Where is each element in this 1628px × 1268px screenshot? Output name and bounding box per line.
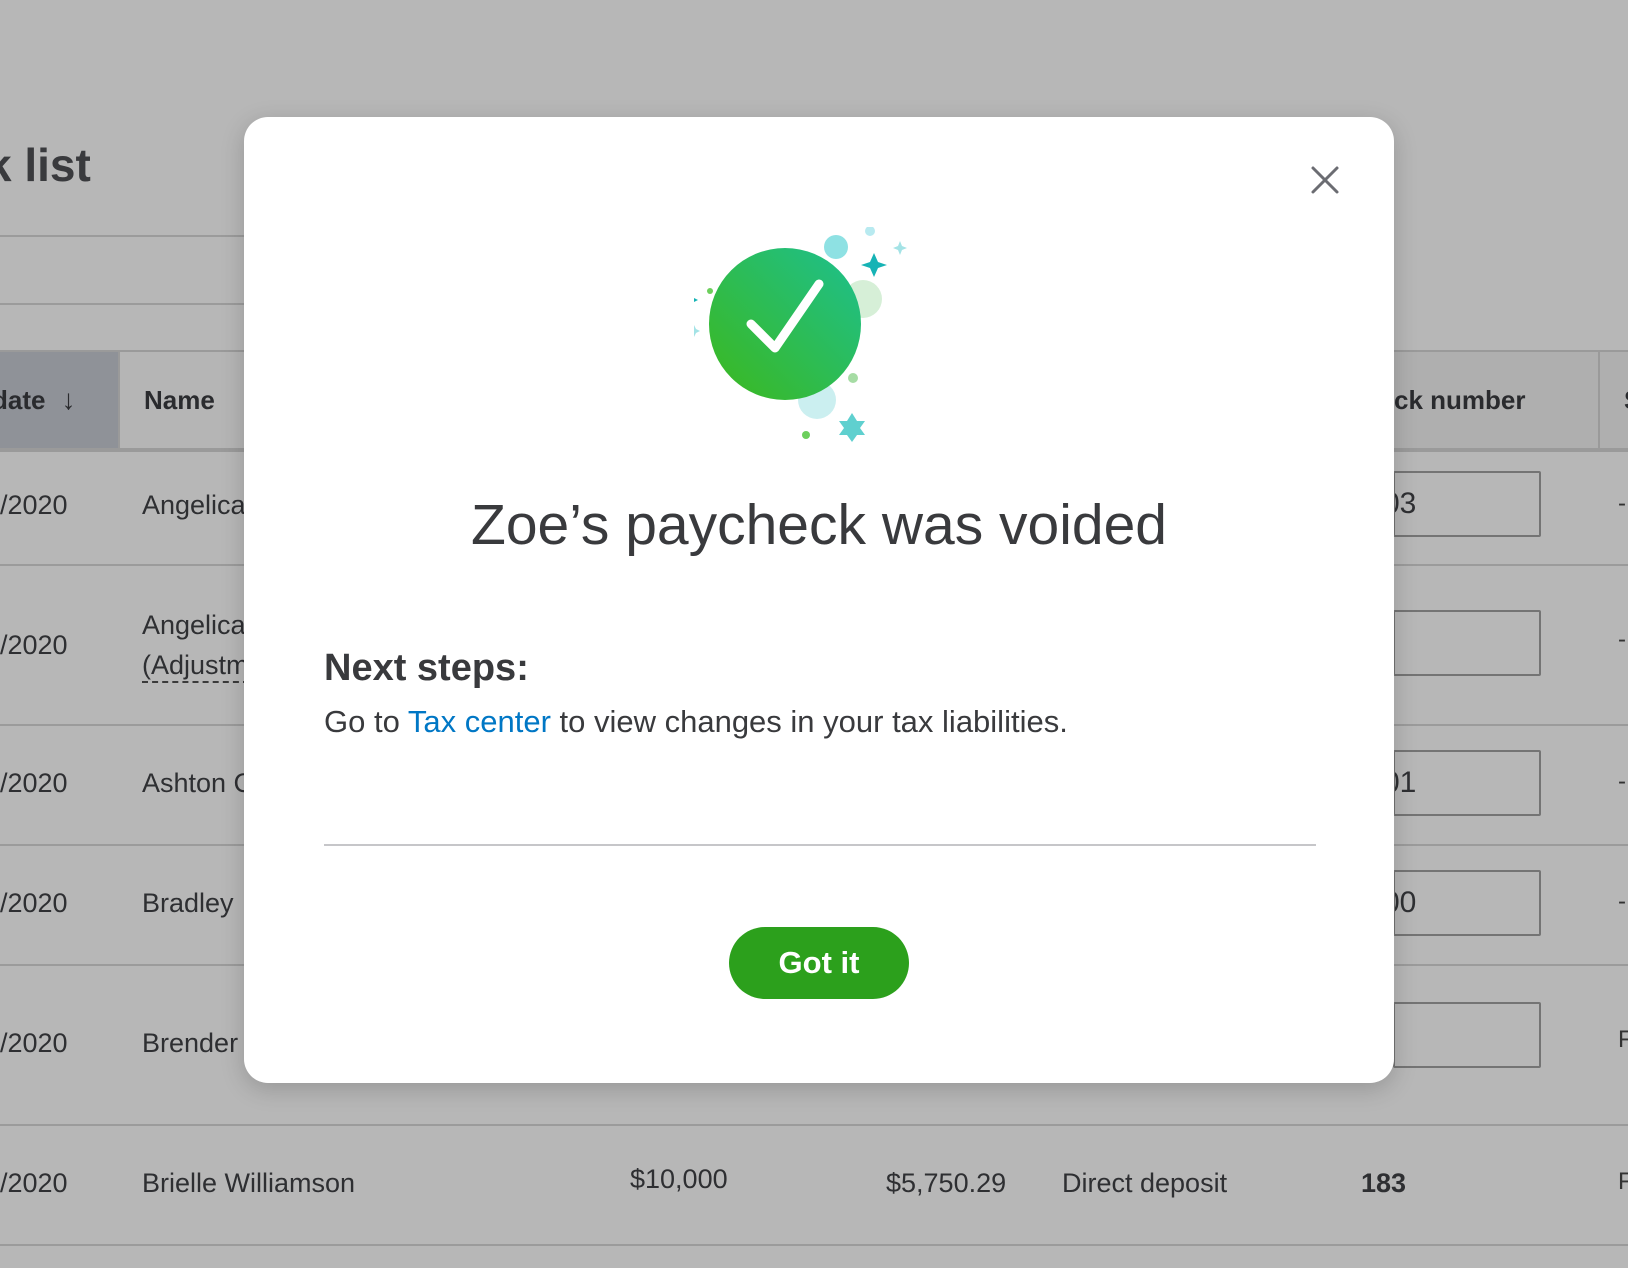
check-number-input[interactable]: 00: [1393, 870, 1541, 936]
date-cell: /2020: [0, 630, 68, 660]
status-cell: -: [1618, 626, 1626, 653]
name-cell[interactable]: Ashton C: [142, 768, 253, 799]
check-number-input[interactable]: [1393, 610, 1541, 676]
next-steps-prefix: Go to: [324, 704, 408, 739]
next-steps-text: Go to Tax center to view changes in your…: [324, 704, 1068, 740]
void-confirmation-dialog: Zoe’s paycheck was voided Next steps: Go…: [244, 117, 1394, 1083]
check-number-input[interactable]: [1393, 1002, 1541, 1068]
name-cell[interactable]: Brielle Williamson: [142, 1168, 355, 1199]
column-header-status[interactable]: S: [1598, 352, 1628, 448]
status-cell: -: [1618, 888, 1626, 915]
divider: [324, 844, 1316, 846]
name-cell[interactable]: Angelica: [142, 490, 246, 521]
date-cell: /2020: [0, 490, 68, 520]
date-cell: /2020: [0, 1028, 68, 1058]
date-cell: /2020: [0, 1168, 68, 1198]
status-cell: -: [1618, 768, 1626, 795]
close-icon[interactable]: [1307, 162, 1343, 198]
table-row[interactable]: /2020 Brielle Williamson $10,000 $5,750.…: [0, 1126, 1628, 1246]
tax-center-link[interactable]: Tax center: [408, 704, 551, 739]
check-number-cell: 183: [1361, 1168, 1407, 1198]
status-cell: F: [1618, 1026, 1628, 1053]
check-number-input[interactable]: 01: [1393, 750, 1541, 816]
date-cell: /2020: [0, 768, 68, 798]
pay-method-cell: Direct deposit: [1062, 1168, 1228, 1198]
next-steps-heading: Next steps:: [324, 647, 529, 689]
page-title: k list: [0, 139, 91, 191]
divider: [0, 303, 250, 305]
gross-pay-cell: $10,000: [630, 1164, 728, 1194]
name-cell[interactable]: Bradley: [142, 888, 234, 919]
got-it-button[interactable]: Got it: [729, 927, 909, 999]
net-pay-cell: $5,750.29: [886, 1168, 1007, 1198]
name-cell[interactable]: Angelica: [142, 610, 246, 641]
adjustment-label[interactable]: (Adjustm: [142, 650, 249, 683]
divider: [0, 235, 250, 237]
sort-down-arrow-icon: ↓: [61, 384, 76, 415]
column-header-check-number[interactable]: ck number: [1380, 352, 1600, 448]
check-circle-icon: [680, 226, 934, 457]
status-cell: -: [1618, 490, 1626, 517]
check-number-input[interactable]: 03: [1393, 471, 1541, 537]
status-cell: F: [1618, 1168, 1628, 1195]
column-header-date[interactable]: date ↓: [0, 352, 118, 448]
next-steps-suffix: to view changes in your tax liabilities.: [550, 704, 1068, 739]
name-cell[interactable]: Brender: [142, 1028, 238, 1059]
dialog-title: Zoe’s paycheck was voided: [471, 493, 1167, 557]
date-cell: /2020: [0, 888, 68, 918]
